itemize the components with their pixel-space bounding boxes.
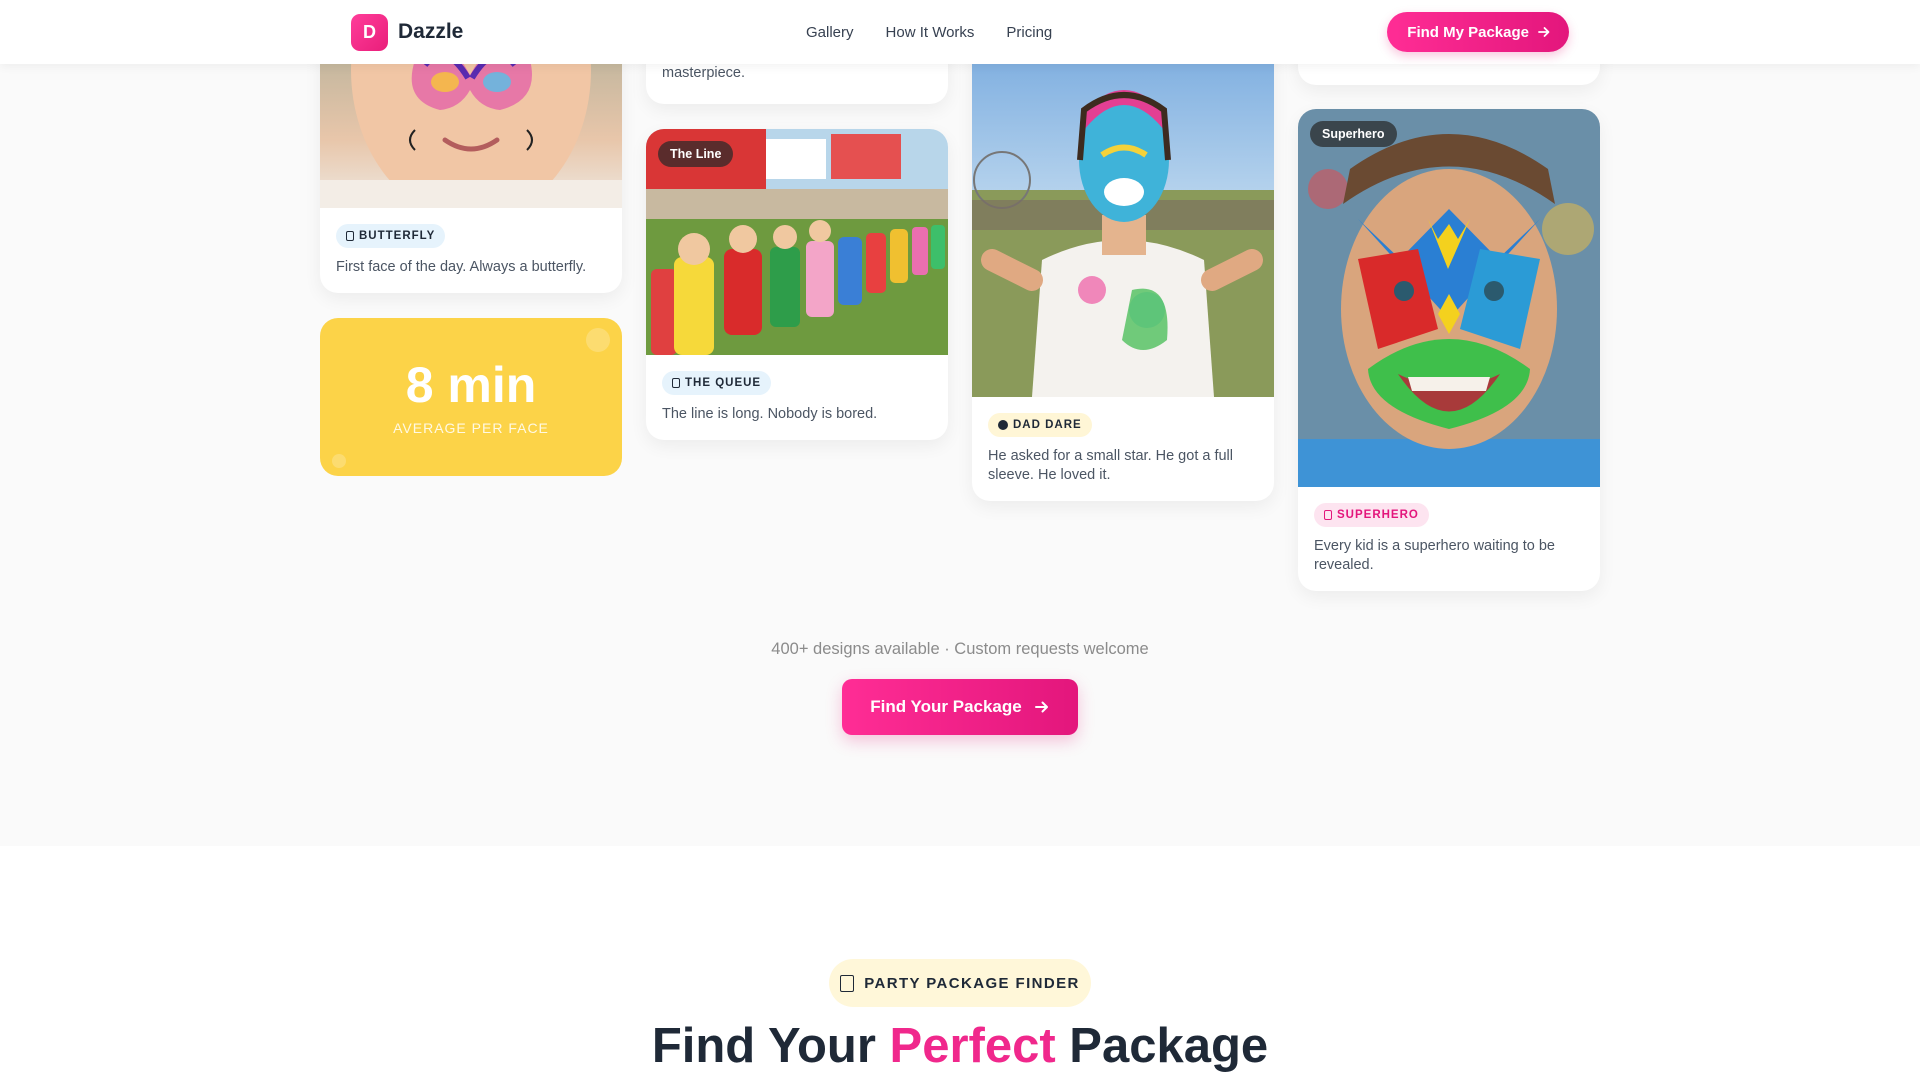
logo[interactable]: D Dazzle	[351, 13, 464, 51]
package-finder-section: PARTY PACKAGE FINDER Find Your Perfect P…	[0, 846, 1920, 1080]
arrow-right-icon	[1538, 27, 1550, 37]
card-caption: The line is long. Nobody is bored.	[662, 406, 878, 422]
tag-butterfly: BUTTERFLY	[336, 224, 446, 248]
tag-icon	[672, 378, 680, 388]
decor-bubble	[586, 328, 610, 352]
image-label-superhero: Superhero	[1310, 121, 1397, 147]
finder-badge-label: PARTY PACKAGE FINDER	[864, 974, 1080, 992]
card-caption: He asked for a small star. He got a full…	[988, 448, 1233, 483]
tag-superhero: SUPERHERO	[1314, 503, 1429, 527]
find-your-package-label: Find Your Package	[870, 697, 1022, 716]
finder-badge: PARTY PACKAGE FINDER	[829, 959, 1091, 1007]
brand-name: Dazzle	[398, 20, 464, 43]
card-caption: Every kid is a superhero waiting to be r…	[1314, 538, 1555, 573]
tag-icon	[346, 231, 354, 241]
decor-bubble	[332, 454, 346, 468]
main-nav: Gallery How It Works Pricing	[806, 0, 1052, 64]
clipboard-icon	[840, 974, 855, 992]
tag-label: THE QUEUE	[685, 377, 762, 389]
find-my-package-button[interactable]: Find My Package	[1387, 12, 1569, 52]
queue-photo: The Line	[646, 129, 948, 355]
card-caption: masterpiece.	[662, 65, 746, 81]
stat-value: 8 min	[405, 357, 537, 413]
gallery-card-dad-dare[interactable]: DAD DARE He asked for a small star. He g…	[972, 0, 1274, 501]
site-header: D Dazzle Gallery How It Works Pricing Fi…	[0, 0, 1920, 64]
image-label-the-line: The Line	[658, 141, 734, 167]
nav-pricing[interactable]: Pricing	[1006, 24, 1052, 41]
tag-label: BUTTERFLY	[359, 230, 436, 242]
card-caption: First face of the day. Always a butterfl…	[336, 259, 587, 275]
tag-icon	[1324, 510, 1332, 520]
tag-label: SUPERHERO	[1337, 509, 1419, 521]
gallery-card-superhero[interactable]: Superhero SUPERHERO Every kid is a super…	[1298, 109, 1600, 591]
nav-how-it-works[interactable]: How It Works	[886, 24, 975, 41]
find-your-package-button[interactable]: Find Your Package	[842, 679, 1078, 735]
gallery-card-the-queue[interactable]: The Line THE QUEUE The line is long. Nob…	[646, 129, 948, 440]
stat-card: 8 min AVERAGE PER FACE	[320, 318, 622, 476]
heading-part: Find Your	[651, 1019, 890, 1073]
designs-available-text: 400+ designs available · Custom requests…	[771, 640, 1149, 658]
tag-the-queue: THE QUEUE	[662, 371, 772, 395]
finder-heading: Find Your Perfect Package	[0, 1018, 1920, 1074]
arrow-right-icon	[1034, 701, 1048, 713]
tag-dad-dare: DAD DARE	[988, 413, 1092, 437]
superhero-photo: Superhero	[1298, 109, 1600, 487]
heading-highlight: Perfect	[889, 1019, 1056, 1073]
logo-mark: D	[351, 13, 388, 51]
tag-icon	[998, 420, 1008, 430]
heading-part: Package	[1055, 1019, 1269, 1073]
find-my-package-label: Find My Package	[1407, 23, 1529, 41]
stat-label: AVERAGE PER FACE	[393, 420, 549, 436]
tag-label: DAD DARE	[1013, 419, 1082, 431]
nav-gallery[interactable]: Gallery	[806, 24, 854, 41]
